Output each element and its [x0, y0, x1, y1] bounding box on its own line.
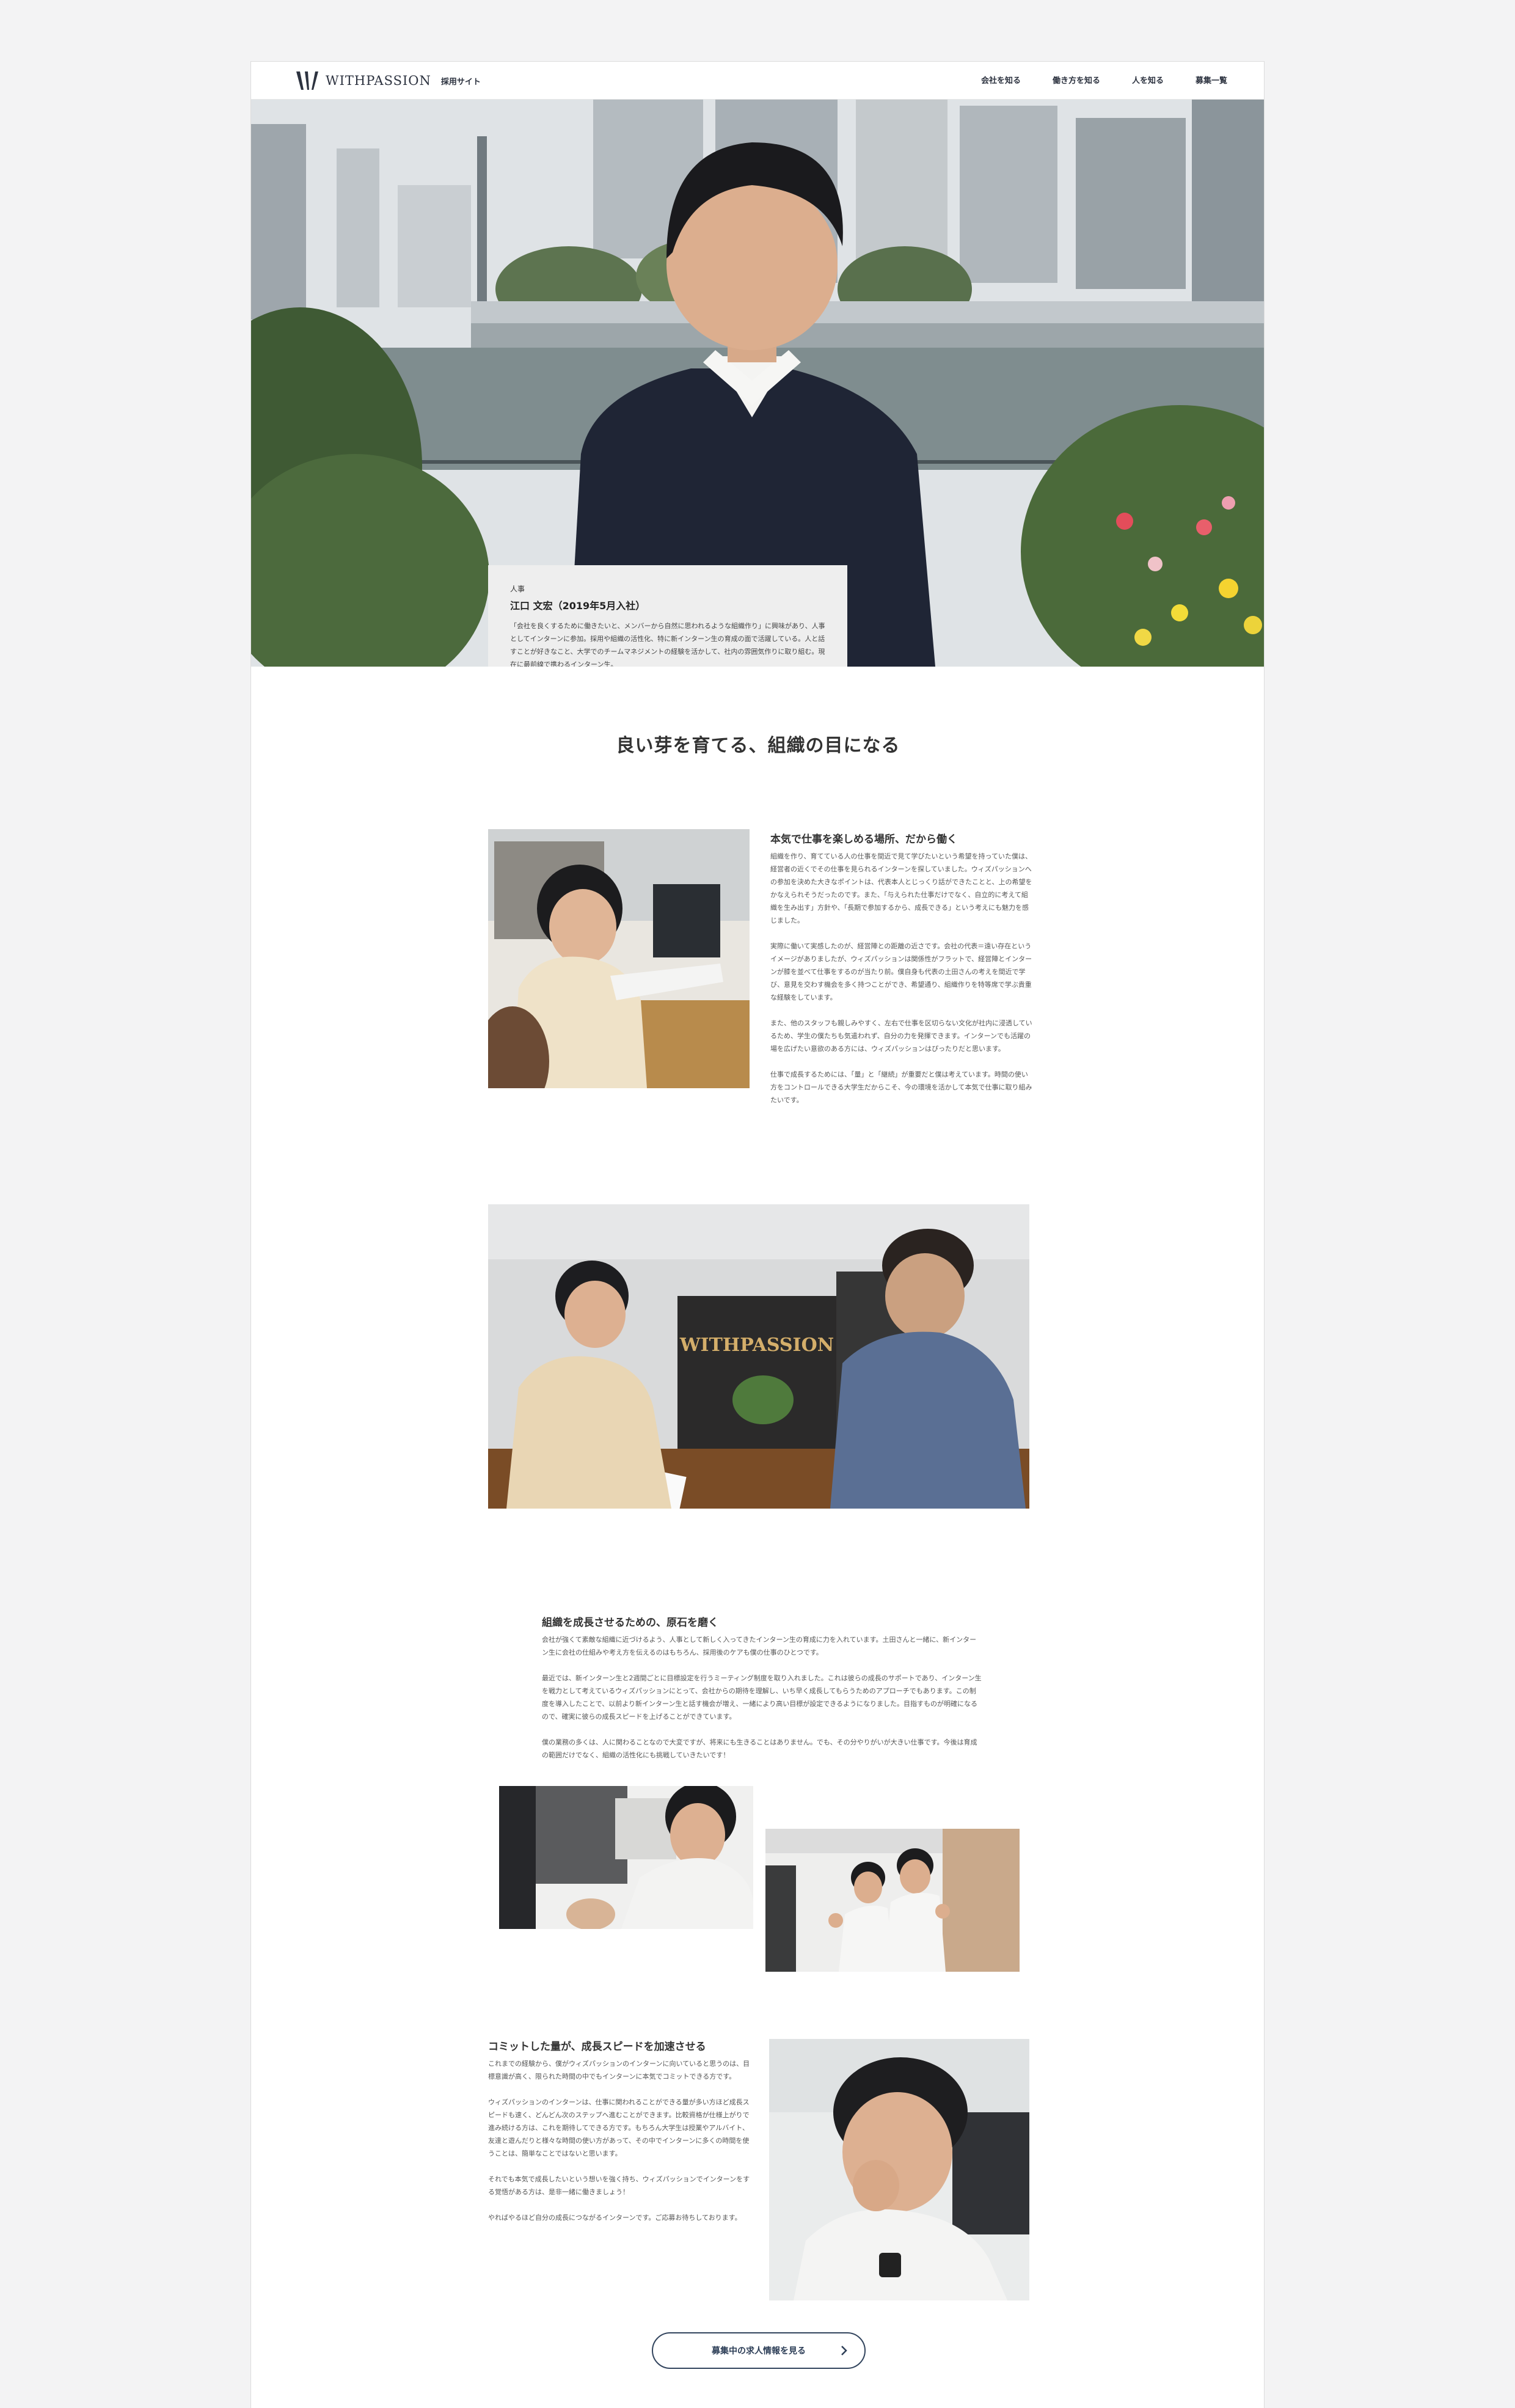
logo-text: WITHPASSION: [326, 73, 431, 88]
photo-wall-logo-text: WITHPASSION: [679, 1334, 834, 1356]
section-1-paragraph: 仕事で成長するためには、「量」と「継続」が重要だと僕は考えています。時間の使い方…: [770, 1070, 1032, 1104]
site-label: 採用サイト: [440, 77, 481, 87]
section-2-paragraph: 僕の業務の多くは、人に関わることなので大変ですが、将来にも生きることはありません…: [542, 1738, 977, 1759]
section-1-title: 本気で仕事を楽しめる場所、だから働く: [770, 833, 957, 846]
profile-card: 人事 江口 文宏（2019年5月入社） 「会社を良くするために働きたいと、メンバ…: [488, 565, 847, 667]
nav-item-company[interactable]: 会社を知る: [981, 74, 1021, 86]
view-jobs-button[interactable]: 募集中の求人情報を見る: [652, 2332, 866, 2369]
photo-discussion: [499, 1786, 753, 1929]
photo-working-at-desk: [488, 829, 750, 1088]
nav-item-workstyle[interactable]: 働き方を知る: [1053, 74, 1100, 86]
hero-section: 人事 江口 文宏（2019年5月入社） 「会社を良くするために働きたいと、メンバ…: [251, 100, 1264, 667]
profile-name: 江口 文宏（2019年5月入社）: [510, 600, 646, 612]
nav-item-people[interactable]: 人を知る: [1132, 74, 1164, 86]
section-2-body: 会社が強くて素敵な組織に近づけるよう、人事として新しく入ってきたインターン生の育…: [542, 1633, 982, 1762]
section-3-paragraph: それでも本気で成長したいという想いを強く持ち、ウィズパッションでインターンをする…: [488, 2175, 750, 2196]
section-1-body: 組織を作り、育てている人の仕事を間近で見て学びたいという希望を持っていた僕は、経…: [770, 850, 1033, 1107]
page-container: WITHPASSION 採用サイト 会社を知る 働き方を知る 人を知る 募集一覧: [250, 61, 1265, 2408]
site-header: WITHPASSION 採用サイト 会社を知る 働き方を知る 人を知る 募集一覧: [251, 62, 1264, 100]
photo-laughing: [769, 2039, 1029, 2300]
withpassion-logo-icon: [296, 71, 318, 90]
photo-meeting-with-ceo: WITHPASSION: [488, 1204, 1029, 1509]
section-3-paragraph: やればやるほど自分の成長につながるインターンです。ご応募お待ちしております。: [488, 2214, 742, 2222]
section-3-title: コミットした量が、成長スピードを加速させる: [488, 2041, 706, 2053]
section-3-body: これまでの経験から、僕がウィズパッションのインターンに向いていると思うのは、目標…: [488, 2057, 752, 2224]
section-1-paragraph: 実際に働いて実感したのが、経営陣との距離の近さです。会社の代表＝遠い存在というイ…: [770, 942, 1032, 1001]
main-nav: 会社を知る 働き方を知る 人を知る 募集一覧: [981, 74, 1227, 86]
profile-description: 「会社を良くするために働きたいと、メンバーから自然に思われるような組織作り」に興…: [510, 622, 825, 667]
nav-item-jobs[interactable]: 募集一覧: [1196, 74, 1227, 86]
section-3-paragraph: ウィズパッションのインターンは、仕事に関われることができる量が多い方ほど成長スピ…: [488, 2098, 750, 2157]
section-2-paragraph: 会社が強くて素敵な組織に近づけるよう、人事として新しく入ってきたインターン生の育…: [542, 1636, 977, 1656]
profile-department: 人事: [510, 585, 525, 593]
section-3-paragraph: これまでの経験から、僕がウィズパッションのインターンに向いていると思うのは、目標…: [488, 2060, 750, 2080]
section-2-paragraph: 最近では、新インターン生と2週間ごとに目標設定を行うミーティング制度を取り入れま…: [542, 1674, 982, 1721]
section-1-paragraph: 組織を作り、育てている人の仕事を間近で見て学びたいという希望を持っていた僕は、経…: [770, 852, 1032, 924]
view-jobs-button-label: 募集中の求人情報を見る: [712, 2346, 806, 2356]
lead-heading: 良い芽を育てる、組織の目になる: [616, 735, 900, 756]
chevron-right-icon: [841, 2346, 847, 2355]
section-2-title: 組織を成長させるための、原石を磨く: [542, 1617, 718, 1629]
photo-thumbs-up: [765, 1829, 1020, 1972]
logo[interactable]: WITHPASSION 採用サイト: [295, 70, 481, 91]
section-1-paragraph: また、他のスタッフも親しみやすく、左右で仕事を区切らない文化が社内に浸透している…: [770, 1019, 1032, 1053]
